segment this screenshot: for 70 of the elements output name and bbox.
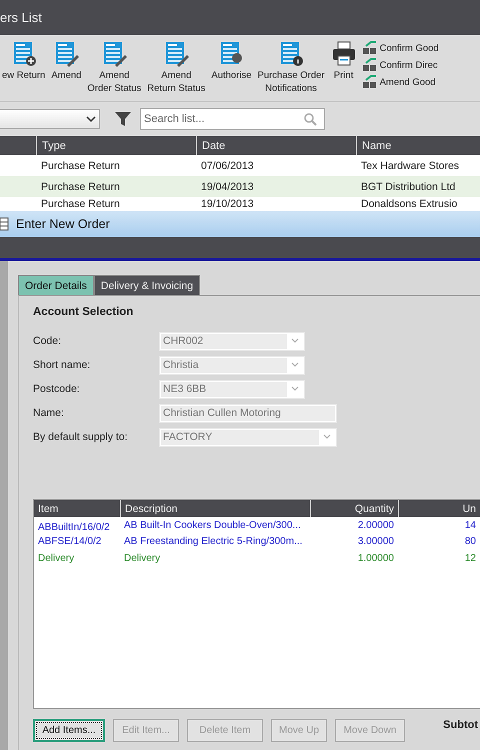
sheet-edit-icon <box>53 41 80 67</box>
column-header[interactable]: Description <box>120 500 310 517</box>
column-header[interactable]: Item <box>34 500 120 517</box>
sheet-seal-icon <box>218 41 244 67</box>
table-cell: BGT Distribution Ltd <box>356 176 480 197</box>
section-heading: Account Selection <box>33 306 134 318</box>
table-cell-text: ABFSE/14/0/2 <box>37 535 102 550</box>
table-cell: Purchase Return <box>36 176 196 197</box>
dropdown-field[interactable]: Christia <box>159 356 305 374</box>
toolbar-button[interactable]: ew Return <box>0 41 48 82</box>
toolbar-link[interactable]: Confirm Direc <box>362 58 439 72</box>
table-cell-text: Delivery <box>123 552 162 566</box>
dropdown-field[interactable]: NE3 6BB <box>159 380 305 398</box>
input-field[interactable]: Christian Cullen Motoring <box>159 404 337 422</box>
dropdown-field[interactable]: FACTORY <box>159 428 337 446</box>
column-header[interactable]: Date <box>196 136 356 155</box>
table-cell-text: 3.00000 <box>356 535 395 550</box>
sheet-edit-icon <box>101 41 128 67</box>
table-cell: 07/06/2013 <box>196 155 356 176</box>
field-label: Short name: <box>33 359 92 371</box>
column-header[interactable]: Un <box>398 500 480 517</box>
search-field[interactable]: Search list... <box>140 108 325 130</box>
table-cell: 19/04/2013 <box>196 176 356 197</box>
printer-icon <box>330 41 357 67</box>
caret-icon <box>86 115 96 123</box>
column-header[interactable]: Name <box>356 136 480 155</box>
search-icon <box>303 112 317 126</box>
table-cell: Donaldsons Extrusio <box>356 197 480 211</box>
field-label: By default supply to: <box>33 431 129 443</box>
toolbar-button[interactable]: Authorise <box>208 41 255 82</box>
filter-icon[interactable] <box>114 110 132 128</box>
boxes-icon <box>362 41 378 55</box>
column-header[interactable]: Quantity <box>310 500 398 517</box>
table-cell: Purchase Return <box>36 197 196 211</box>
window-title: ers List <box>0 10 42 25</box>
column-header[interactable]: Type <box>36 136 196 155</box>
table-cell-text: 2.00000 <box>356 518 395 533</box>
subtotal-label: Subtot <box>443 719 478 731</box>
column-header <box>0 136 36 155</box>
dialog-title: Enter New Order <box>16 217 110 231</box>
table-cell: Purchase Return <box>36 155 196 176</box>
sheet-edit-icon <box>163 41 190 67</box>
boxes-icon <box>362 58 378 72</box>
toolbar-button[interactable]: Purchase Order Notifications <box>254 41 328 95</box>
window-icon <box>0 217 10 231</box>
tab[interactable]: Order Details <box>18 275 94 295</box>
sheet-info-icon <box>278 41 304 67</box>
table-cell-text: Delivery <box>37 552 76 566</box>
toolbar-button[interactable]: Amend <box>48 41 84 82</box>
toolbar-link[interactable]: Amend Good <box>362 75 439 89</box>
toolbar-button[interactable]: Print <box>328 41 360 82</box>
table-cell-text: 12 <box>464 552 477 566</box>
toolbar-button[interactable]: Amend Order Status <box>84 41 144 95</box>
field-label: Postcode: <box>33 383 81 395</box>
dropdown-field[interactable]: CHR002 <box>159 332 305 350</box>
field-label: Code: <box>33 335 62 347</box>
table-cell-text: 14 <box>464 518 477 533</box>
table-cell: Tex Hardware Stores <box>356 155 480 176</box>
table-cell-text: AB Built-In Cookers Double-Oven/300... <box>123 518 302 533</box>
table-cell-text: ABBuiltIn/16/0/2 <box>37 520 111 534</box>
tab[interactable]: Delivery & Invoicing <box>94 275 200 295</box>
table-cell: 19/10/2013 <box>196 197 356 211</box>
table-cell-text: AB Freestanding Electric 5-Ring/300m... <box>123 535 304 550</box>
action-button[interactable]: Add Items... <box>33 719 105 742</box>
toolbar-button[interactable]: Amend Return Status <box>144 41 208 95</box>
field-label: Name: <box>33 407 65 419</box>
table-cell-text: 80 <box>464 535 477 550</box>
table-cell-text: 1.00000 <box>356 552 395 566</box>
toolbar-link[interactable]: Confirm Good <box>362 41 439 55</box>
boxes-icon <box>362 75 378 89</box>
